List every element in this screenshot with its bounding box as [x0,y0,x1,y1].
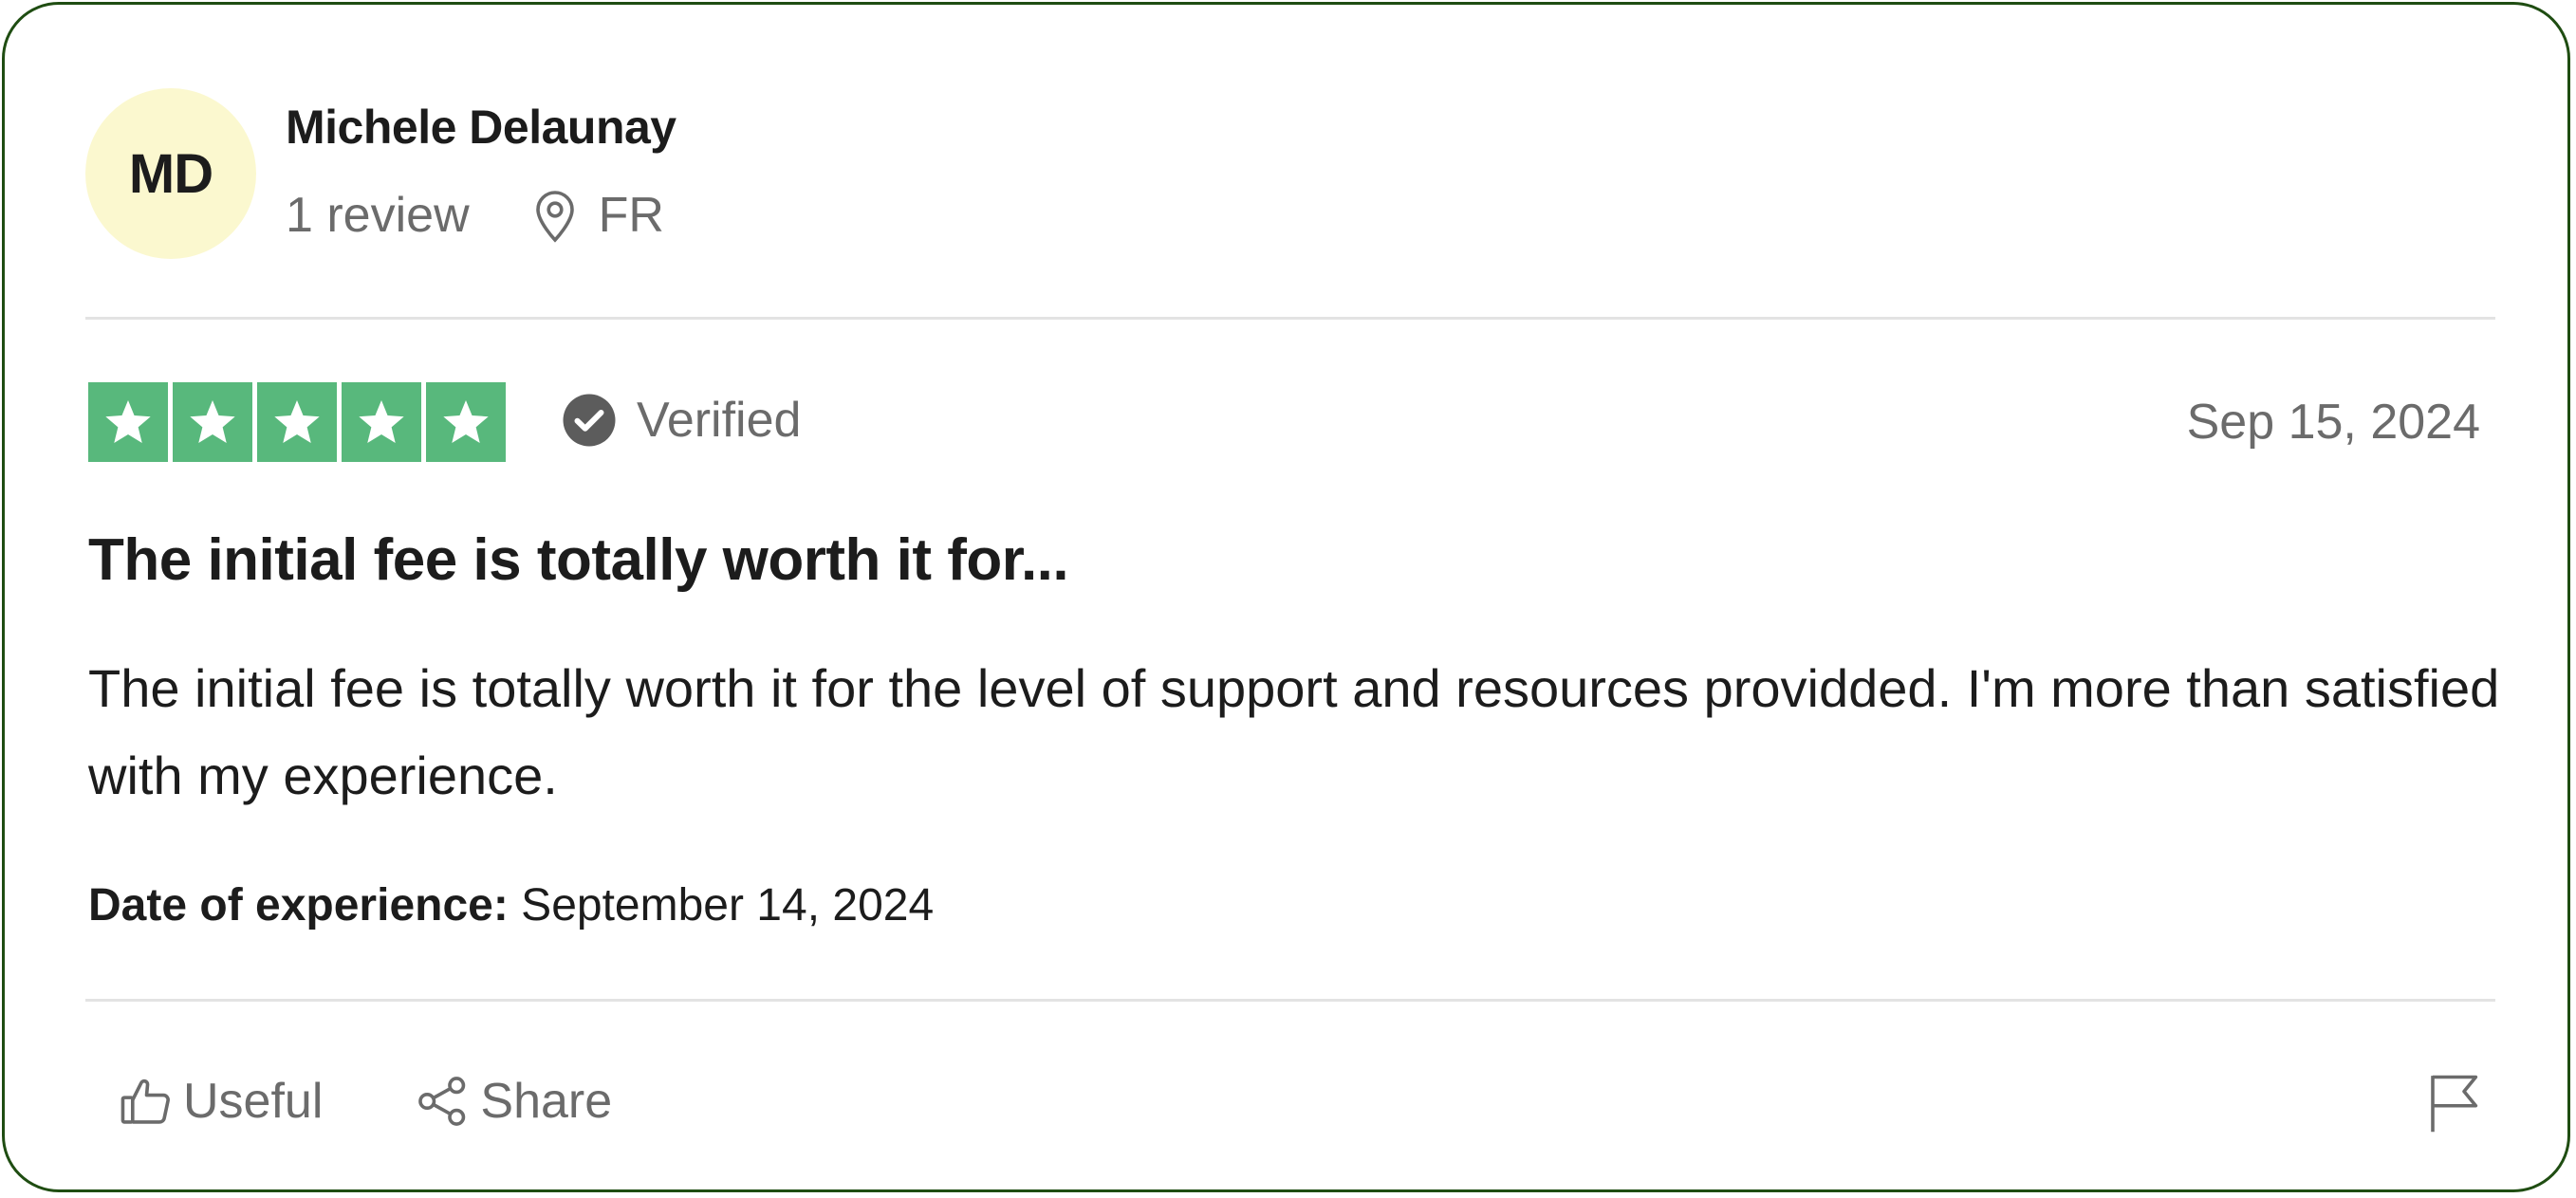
verified-badge[interactable]: Verified [561,392,801,449]
useful-label: Useful [183,1074,324,1129]
divider [85,999,2495,1002]
star-icon [257,382,337,462]
experience-label: Date of experience: [88,880,509,931]
experience-value: September 14, 2024 [521,880,935,931]
review-title[interactable]: The initial fee is totally worth it for.… [88,526,1069,594]
author-name[interactable]: Michele Delaunay [286,100,676,155]
thumbs-up-icon [120,1078,170,1124]
review-actions: Useful Share [117,1072,612,1131]
review-card: MD Michele Delaunay 1 review FR Verified… [2,2,2570,1192]
date-of-experience: Date of experience: September 14, 2024 [88,879,934,931]
useful-button[interactable]: Useful [117,1072,323,1131]
review-count: 1 review [286,188,470,243]
location-pin-icon [532,188,578,243]
share-button[interactable]: Share [414,1072,612,1131]
share-label: Share [480,1074,613,1129]
star-icon [88,382,168,462]
share-icon [418,1077,466,1126]
avatar-initials: MD [128,142,213,205]
report-button[interactable] [2427,1072,2480,1134]
star-icon [173,382,252,462]
star-icon [426,382,506,462]
review-date: Sep 15, 2024 [2186,395,2480,450]
author-meta: 1 review FR [286,187,664,244]
country-code: FR [598,188,664,243]
divider [85,317,2495,320]
star-rating [88,382,506,462]
avatar[interactable]: MD [85,88,256,259]
flag-icon [2431,1075,2478,1133]
review-body: The initial fee is totally worth it for … [88,658,2500,805]
star-icon [342,382,421,462]
verified-check-icon [561,392,618,449]
verified-label: Verified [637,393,802,448]
